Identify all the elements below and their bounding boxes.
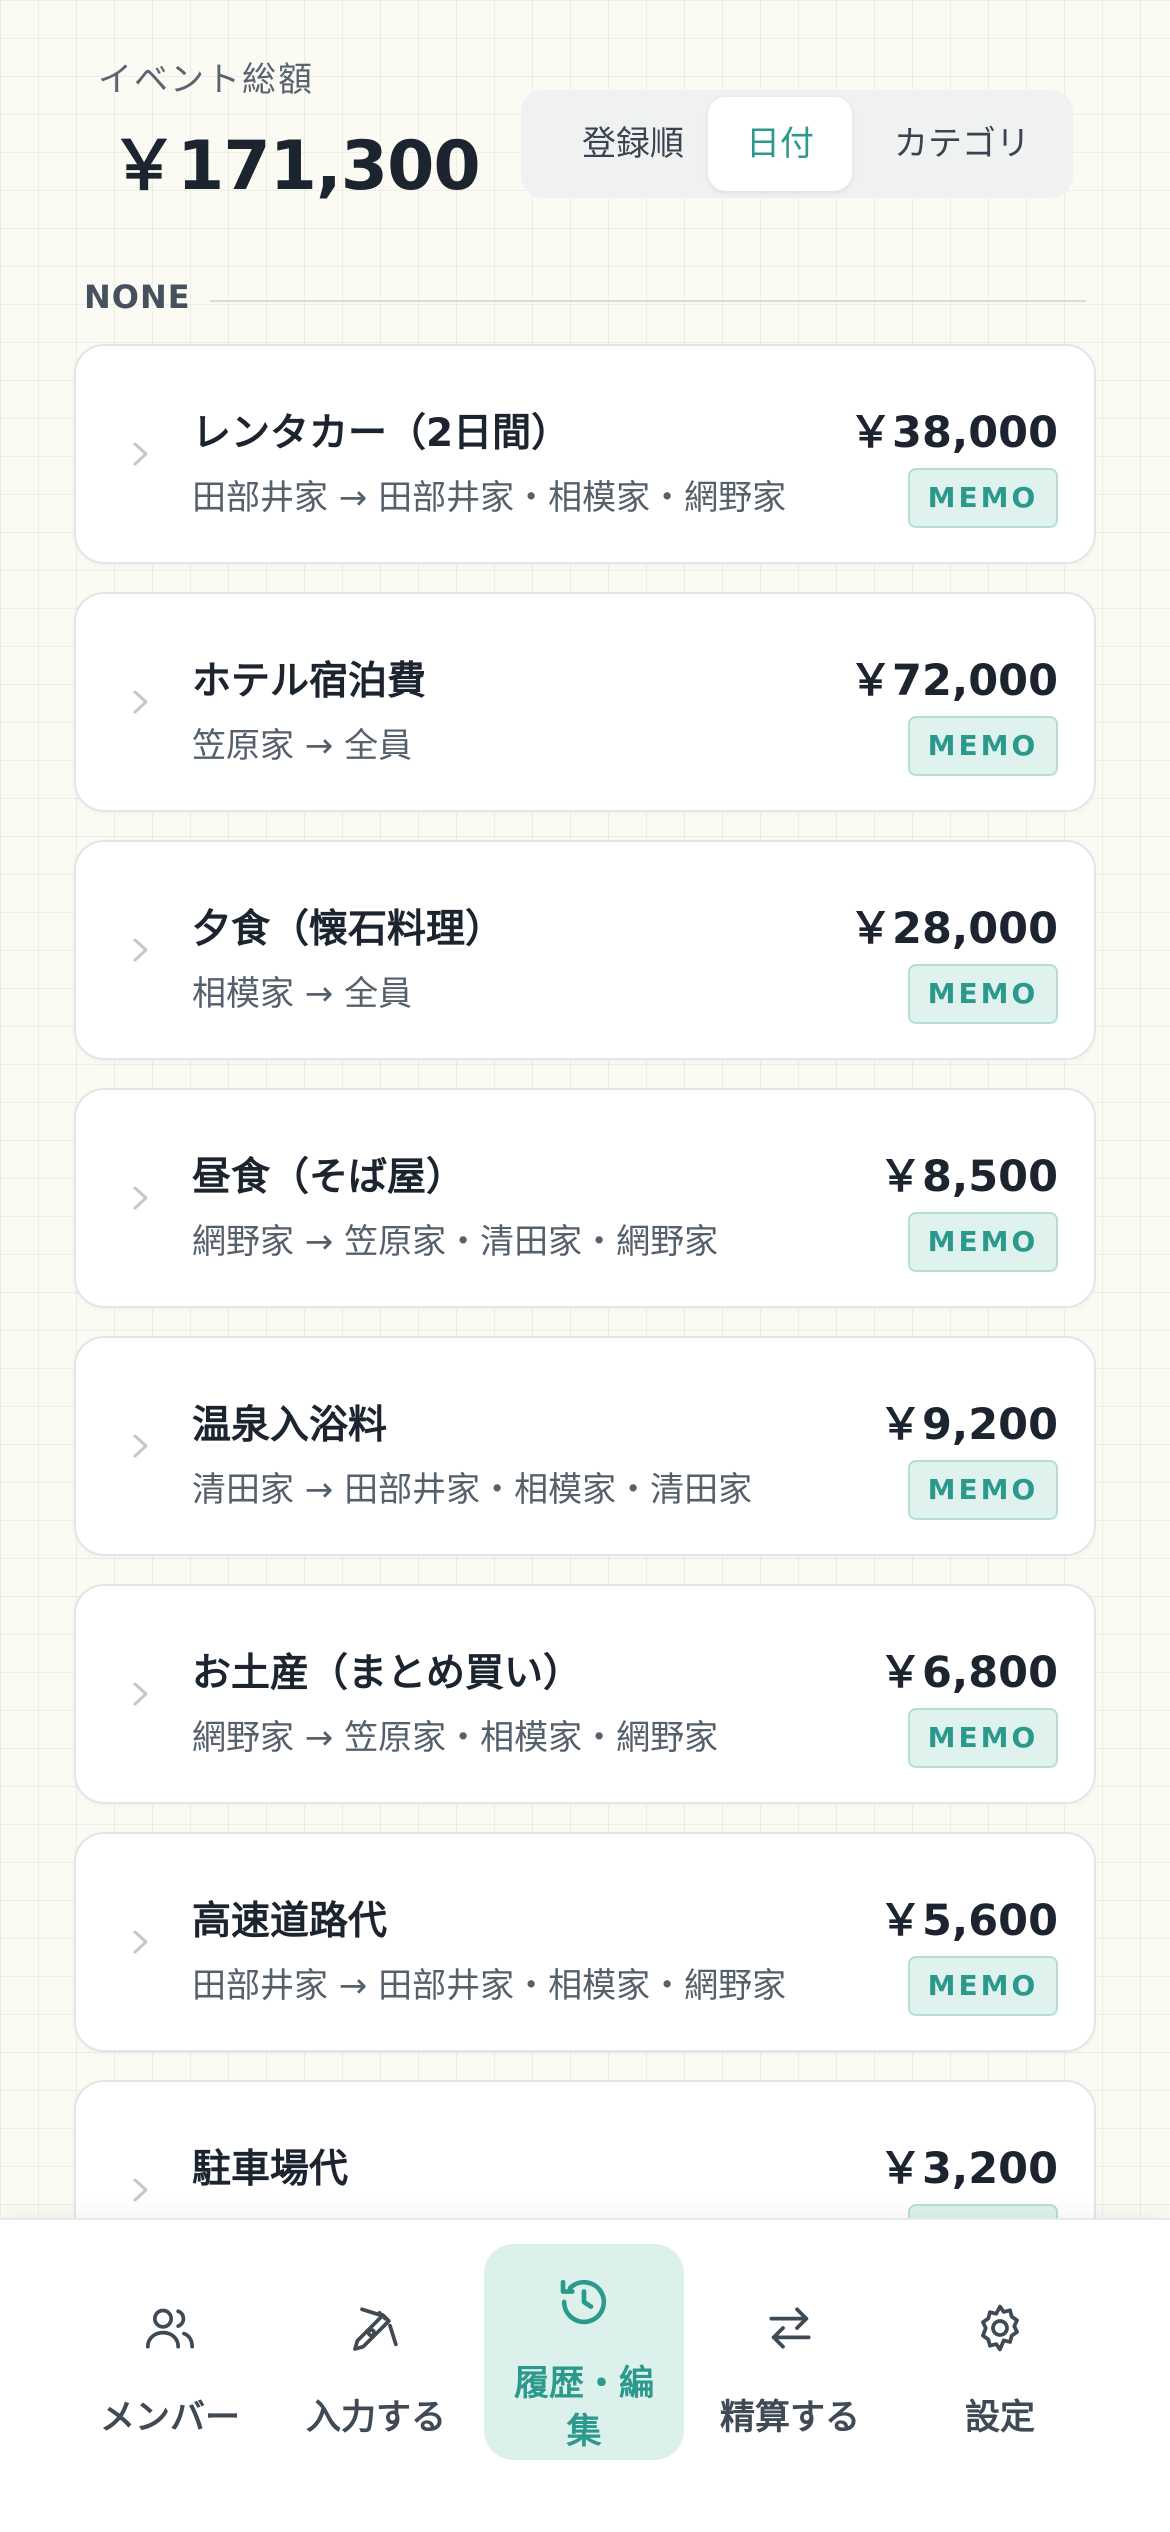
- expense-title: 夕食（懐石料理）: [192, 907, 505, 952]
- section-divider: [210, 300, 1086, 302]
- expense-payer-split: 清田家 → 田部井家・相模家・清田家: [192, 1470, 753, 1510]
- expense-payer-split: 網野家 → 笠原家・清田家・網野家: [192, 1222, 719, 1262]
- expense-amount: ￥28,000: [849, 904, 1058, 954]
- expense-amount: ￥38,000: [849, 408, 1058, 458]
- nav-settle[interactable]: 精算する: [690, 2244, 890, 2460]
- expense-payer-split: 田部井家 → 田部井家・相模家・網野家: [192, 478, 787, 518]
- expense-title: 温泉入浴料: [192, 1403, 388, 1448]
- users-icon: [145, 2308, 195, 2349]
- bottom-navigation: メンバー 入力する 履歴・編集 精算する 設定: [0, 2218, 1170, 2532]
- expense-amount: ￥6,800: [878, 1648, 1058, 1698]
- nav-history-edit[interactable]: 履歴・編集: [484, 2244, 684, 2460]
- section-label: NONE: [84, 278, 191, 316]
- chevron-right-icon: [133, 938, 148, 962]
- pen-icon: [353, 2307, 398, 2351]
- memo-badge[interactable]: MEMO: [908, 716, 1058, 776]
- nav-settings[interactable]: 設定: [900, 2244, 1100, 2460]
- chevron-right-icon: [133, 1930, 148, 1954]
- nav-input[interactable]: 入力する: [276, 2244, 476, 2460]
- gear-icon: [981, 2304, 1019, 2352]
- nav-label: 精算する: [719, 2398, 860, 2438]
- expense-title: ホテル宿泊費: [192, 659, 427, 704]
- nav-label: 設定: [964, 2398, 1035, 2438]
- expense-card[interactable]: 夕食（懐石料理） 相模家 → 全員 ￥28,000 MEMO: [74, 840, 1096, 1060]
- expense-card[interactable]: レンタカー（2日間） 田部井家 → 田部井家・相模家・網野家 ￥38,000 M…: [74, 344, 1096, 564]
- memo-badge[interactable]: MEMO: [908, 964, 1058, 1024]
- chevron-right-icon: [133, 1186, 148, 1210]
- expense-payer-split: 相模家 → 全員: [192, 974, 413, 1014]
- chevron-right-icon: [133, 2178, 148, 2202]
- expense-card[interactable]: 昼食（そば屋） 網野家 → 笠原家・清田家・網野家 ￥8,500 MEMO: [74, 1088, 1096, 1308]
- expense-amount: ￥9,200: [878, 1400, 1058, 1450]
- expense-card[interactable]: ホテル宿泊費 笠原家 → 全員 ￥72,000 MEMO: [74, 592, 1096, 812]
- memo-badge[interactable]: MEMO: [908, 1212, 1058, 1272]
- chevron-right-icon: [133, 442, 148, 466]
- memo-badge[interactable]: MEMO: [908, 2204, 1058, 2218]
- chevron-right-icon: [133, 690, 148, 714]
- expense-card[interactable]: 高速道路代 田部井家 → 田部井家・相模家・網野家 ￥5,600 MEMO: [74, 1832, 1096, 2052]
- nav-members[interactable]: メンバー: [70, 2244, 270, 2460]
- expense-title: 高速道路代: [192, 1899, 388, 1944]
- expense-title: 昼食（そば屋）: [192, 1155, 466, 1200]
- expense-amount: ￥8,500: [878, 1152, 1058, 1202]
- chevron-right-icon: [133, 1682, 148, 1706]
- expense-amount: ￥5,600: [878, 1896, 1058, 1946]
- nav-label: メンバー: [99, 2398, 240, 2438]
- memo-badge[interactable]: MEMO: [908, 1460, 1058, 1520]
- expense-card[interactable]: 温泉入浴料 清田家 → 田部井家・相模家・清田家 ￥9,200 MEMO: [74, 1336, 1096, 1556]
- history-icon: [560, 2279, 607, 2325]
- memo-badge[interactable]: MEMO: [908, 1708, 1058, 1768]
- expense-payer-split: 網野家 → 笠原家・相模家・網野家: [192, 1718, 719, 1758]
- expense-amount: ￥3,200: [878, 2144, 1058, 2194]
- memo-badge[interactable]: MEMO: [908, 1956, 1058, 2016]
- expense-payer-split: 田部井家 → 田部井家・相模家・網野家: [192, 1966, 787, 2006]
- expense-payer-split: 笠原家 → 全員: [192, 726, 413, 766]
- chevron-right-icon: [133, 1434, 148, 1458]
- swap-icon: [769, 2307, 811, 2349]
- expense-title: お土産（まとめ買い）: [192, 1651, 583, 1696]
- expense-title: レンタカー（2日間）: [192, 411, 571, 456]
- expense-card[interactable]: お土産（まとめ買い） 網野家 → 笠原家・相模家・網野家 ￥6,800 MEMO: [74, 1584, 1096, 1804]
- expense-card[interactable]: 駐車場代 ￥3,200 MEMO: [74, 2080, 1096, 2218]
- section-header: NONE: [84, 278, 1086, 322]
- nav-label: 履歴・編集: [513, 2364, 654, 2452]
- expense-title: 駐車場代: [192, 2147, 349, 2192]
- nav-label: 入力する: [305, 2398, 446, 2438]
- expense-list[interactable]: NONE レンタカー（2日間） 田部井家 → 田部井家・相模家・網野家 ￥38,…: [0, 0, 1170, 2218]
- expense-amount: ￥72,000: [849, 656, 1058, 706]
- memo-badge[interactable]: MEMO: [908, 468, 1058, 528]
